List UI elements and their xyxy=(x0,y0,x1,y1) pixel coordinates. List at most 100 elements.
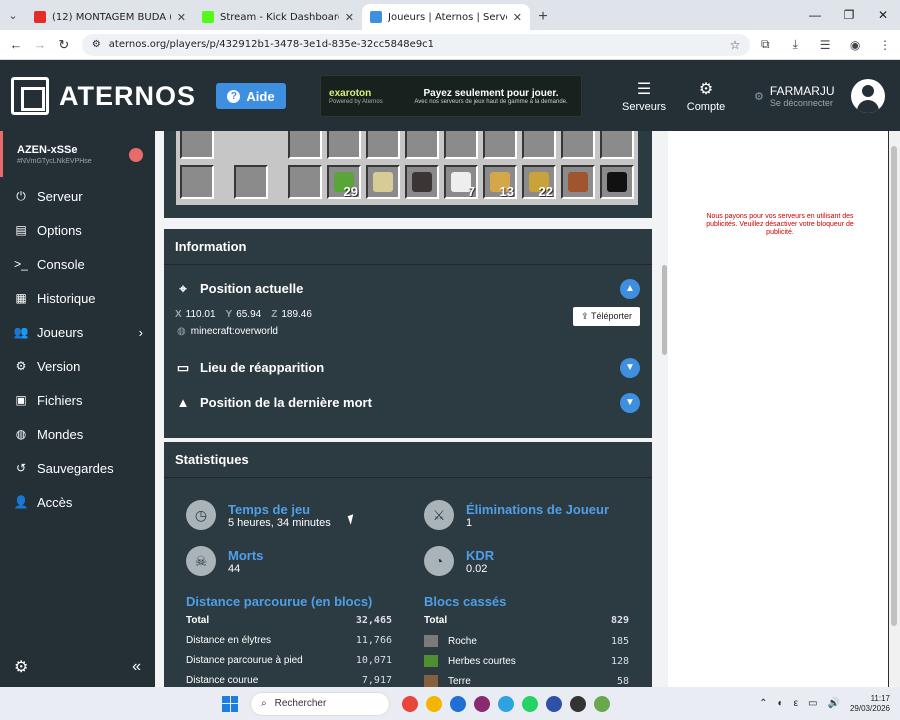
collapse-sidebar-icon[interactable]: « xyxy=(132,658,141,676)
site-info-icon[interactable]: ⚙ xyxy=(92,39,101,50)
row-label: Distance courue xyxy=(186,675,259,686)
tray-chevron-icon[interactable]: ⌃ xyxy=(759,698,767,709)
chevron-up-icon[interactable]: ▲ xyxy=(620,278,640,299)
z-coord: Z 189.46 xyxy=(271,308,312,320)
profile-icon[interactable]: ◉ xyxy=(840,38,870,52)
logout-link[interactable]: Se déconnecter xyxy=(770,98,835,108)
tab-search-icon[interactable]: ⌄ xyxy=(0,0,26,30)
sidebar-item-historique[interactable]: ▦ Historique xyxy=(0,281,155,315)
sidebar-item-label: Joueurs xyxy=(37,324,84,340)
account-nav-button[interactable]: ⚙ Compte xyxy=(684,79,728,113)
maximize-button[interactable]: ❐ xyxy=(832,0,866,30)
url-field[interactable]: ⚙ aternos.org/players/p/432912b1-3478-3e… xyxy=(81,33,751,56)
current-position-header[interactable]: ⌖ Position actuelle ▲ xyxy=(164,271,652,306)
help-button[interactable]: ? Aide xyxy=(216,83,287,109)
item-count: 13 xyxy=(499,184,514,199)
winrar-icon[interactable] xyxy=(474,695,490,712)
banner-text: Payez seulement pour jouer. Avec nos ser… xyxy=(409,88,573,105)
sidebar-item-fichiers[interactable]: ▣ Fichiers xyxy=(0,383,155,417)
z-value: 189.46 xyxy=(281,308,312,320)
banner-subtitle: Avec nos serveurs de jeux haut de gamme … xyxy=(414,98,568,105)
sidebar-item-mondes[interactable]: ◍ Mondes xyxy=(0,417,155,451)
servers-nav-button[interactable]: ☰ Serveurs xyxy=(622,79,666,113)
bundle-item-icon xyxy=(568,172,588,192)
kills-stat: ⚔ Éliminations de Joueur 1 xyxy=(424,500,609,530)
whatsapp-icon[interactable] xyxy=(522,695,538,712)
page-scrollbar[interactable] xyxy=(889,131,900,687)
row-value: 58 xyxy=(616,675,629,687)
close-icon[interactable]: ✕ xyxy=(177,11,186,24)
sidebar-item-version[interactable]: ⚙ Version xyxy=(0,349,155,383)
avatar[interactable] xyxy=(850,79,885,113)
chrome-icon[interactable] xyxy=(402,695,418,712)
sidebar-icon[interactable]: ☰ xyxy=(810,38,840,52)
close-icon[interactable]: ✕ xyxy=(513,11,522,24)
chrome-profile-icon[interactable] xyxy=(426,695,442,712)
bookmark-star-icon[interactable]: ☆ xyxy=(730,38,741,52)
sidebar-item-console[interactable]: >_ Console xyxy=(0,247,155,281)
row-value: 10,071 xyxy=(355,655,392,666)
shield-icon[interactable] xyxy=(546,695,562,712)
new-tab-button[interactable]: + xyxy=(530,4,556,30)
aternos-logo[interactable]: ATERNOS xyxy=(11,77,196,115)
ccleaner-icon[interactable] xyxy=(450,695,466,712)
last-death-header[interactable]: ▲ Position de la dernière mort ▼ xyxy=(164,385,652,420)
sidebar-item-acces[interactable]: 👤 Accès xyxy=(0,485,155,519)
network-icon[interactable]: ▭ xyxy=(808,698,817,709)
teleport-button[interactable]: ⇪ Téléporter xyxy=(573,307,640,326)
respawn-header[interactable]: ▭ Lieu de réapparition ▼ xyxy=(164,350,652,385)
steam-icon[interactable]: ◐ xyxy=(778,698,784,709)
forward-button[interactable]: → xyxy=(28,37,52,52)
obs-icon[interactable] xyxy=(570,695,586,712)
sidebar-item-serveur[interactable]: ⏻ Serveur xyxy=(0,179,155,213)
minecraft-icon[interactable] xyxy=(594,695,610,712)
search-icon: ⌕ xyxy=(261,698,267,709)
volume-icon[interactable]: 🔊 xyxy=(828,698,840,709)
keyboard-icon[interactable]: ε xyxy=(794,698,798,709)
chevron-down-icon[interactable]: ▼ xyxy=(620,357,640,378)
version-icon: ⚙ xyxy=(15,359,27,373)
kills-label: Éliminations de Joueur xyxy=(466,501,610,517)
chevron-down-icon[interactable]: ▼ xyxy=(620,392,640,413)
sidebar-item-sauvegardes[interactable]: ↺ Sauvegardes xyxy=(0,451,155,485)
tab-youtube[interactable]: (12) MONTAGEM BUDA (Slowed ✕ xyxy=(26,4,194,30)
sidebar-item-options[interactable]: ▤ Options xyxy=(0,213,155,247)
close-icon[interactable]: ✕ xyxy=(345,11,354,24)
exaroton-banner[interactable]: exaroton Powered by Aternos Payez seulem… xyxy=(320,75,583,117)
row-value: 7,917 xyxy=(361,675,392,686)
back-button[interactable]: ← xyxy=(4,37,28,52)
logo-text: ATERNOS xyxy=(59,80,197,111)
url-text: aternos.org/players/p/432912b1-3478-3e1d… xyxy=(108,39,435,50)
sidebar-menu: ⏻ Serveur ▤ Options >_ Console ▦ Historique … xyxy=(0,179,155,519)
user-menu[interactable]: ⚙ FARMARJU Se déconnecter xyxy=(754,79,885,113)
page-scroll-thumb[interactable] xyxy=(891,146,897,626)
taskbar-apps xyxy=(402,695,610,712)
menu-icon[interactable]: ⋮ xyxy=(870,38,900,52)
content-scroll-thumb[interactable] xyxy=(662,265,667,355)
windows-start-icon[interactable] xyxy=(222,695,238,712)
blocks-row: Terre 58 xyxy=(424,675,629,687)
question-icon: ? xyxy=(227,89,241,103)
sidebar-item-label: Serveur xyxy=(37,188,83,204)
history-icon: ▦ xyxy=(15,291,27,305)
close-window-button[interactable]: ✕ xyxy=(866,0,900,30)
minimize-button[interactable]: — xyxy=(798,0,832,30)
settings-gear-icon[interactable]: ⚙ xyxy=(14,657,28,677)
clock[interactable]: 11:17 29/03/2026 xyxy=(850,694,890,714)
playtime-value: 5 heures, 34 minutes xyxy=(228,516,331,529)
hotbar-slot: 22 xyxy=(522,165,556,199)
hotbar-slot xyxy=(561,165,595,199)
download-icon[interactable]: ⤓ xyxy=(780,37,810,52)
inventory-slot xyxy=(561,131,595,159)
taskbar-search[interactable]: ⌕ Rechercher xyxy=(250,691,390,716)
tab-aternos[interactable]: Joueurs | Aternos | Serveur Min ✕ xyxy=(362,4,530,30)
extensions-icon[interactable]: ⧉ xyxy=(750,37,780,52)
content-scrollbar[interactable] xyxy=(660,131,668,687)
server-selector[interactable]: AZEN-xSSe #NVmGTycLNkEVPHse xyxy=(0,131,155,177)
tab-kick[interactable]: Stream - Kick Dashboard ✕ xyxy=(194,4,362,30)
y-coord: Y 65.94 xyxy=(225,308,262,320)
sidebar-item-joueurs[interactable]: 👥 Joueurs › xyxy=(0,315,155,349)
logo-icon xyxy=(11,77,49,115)
telegram-icon[interactable] xyxy=(498,695,514,712)
reload-button[interactable]: ↻ xyxy=(52,37,76,53)
